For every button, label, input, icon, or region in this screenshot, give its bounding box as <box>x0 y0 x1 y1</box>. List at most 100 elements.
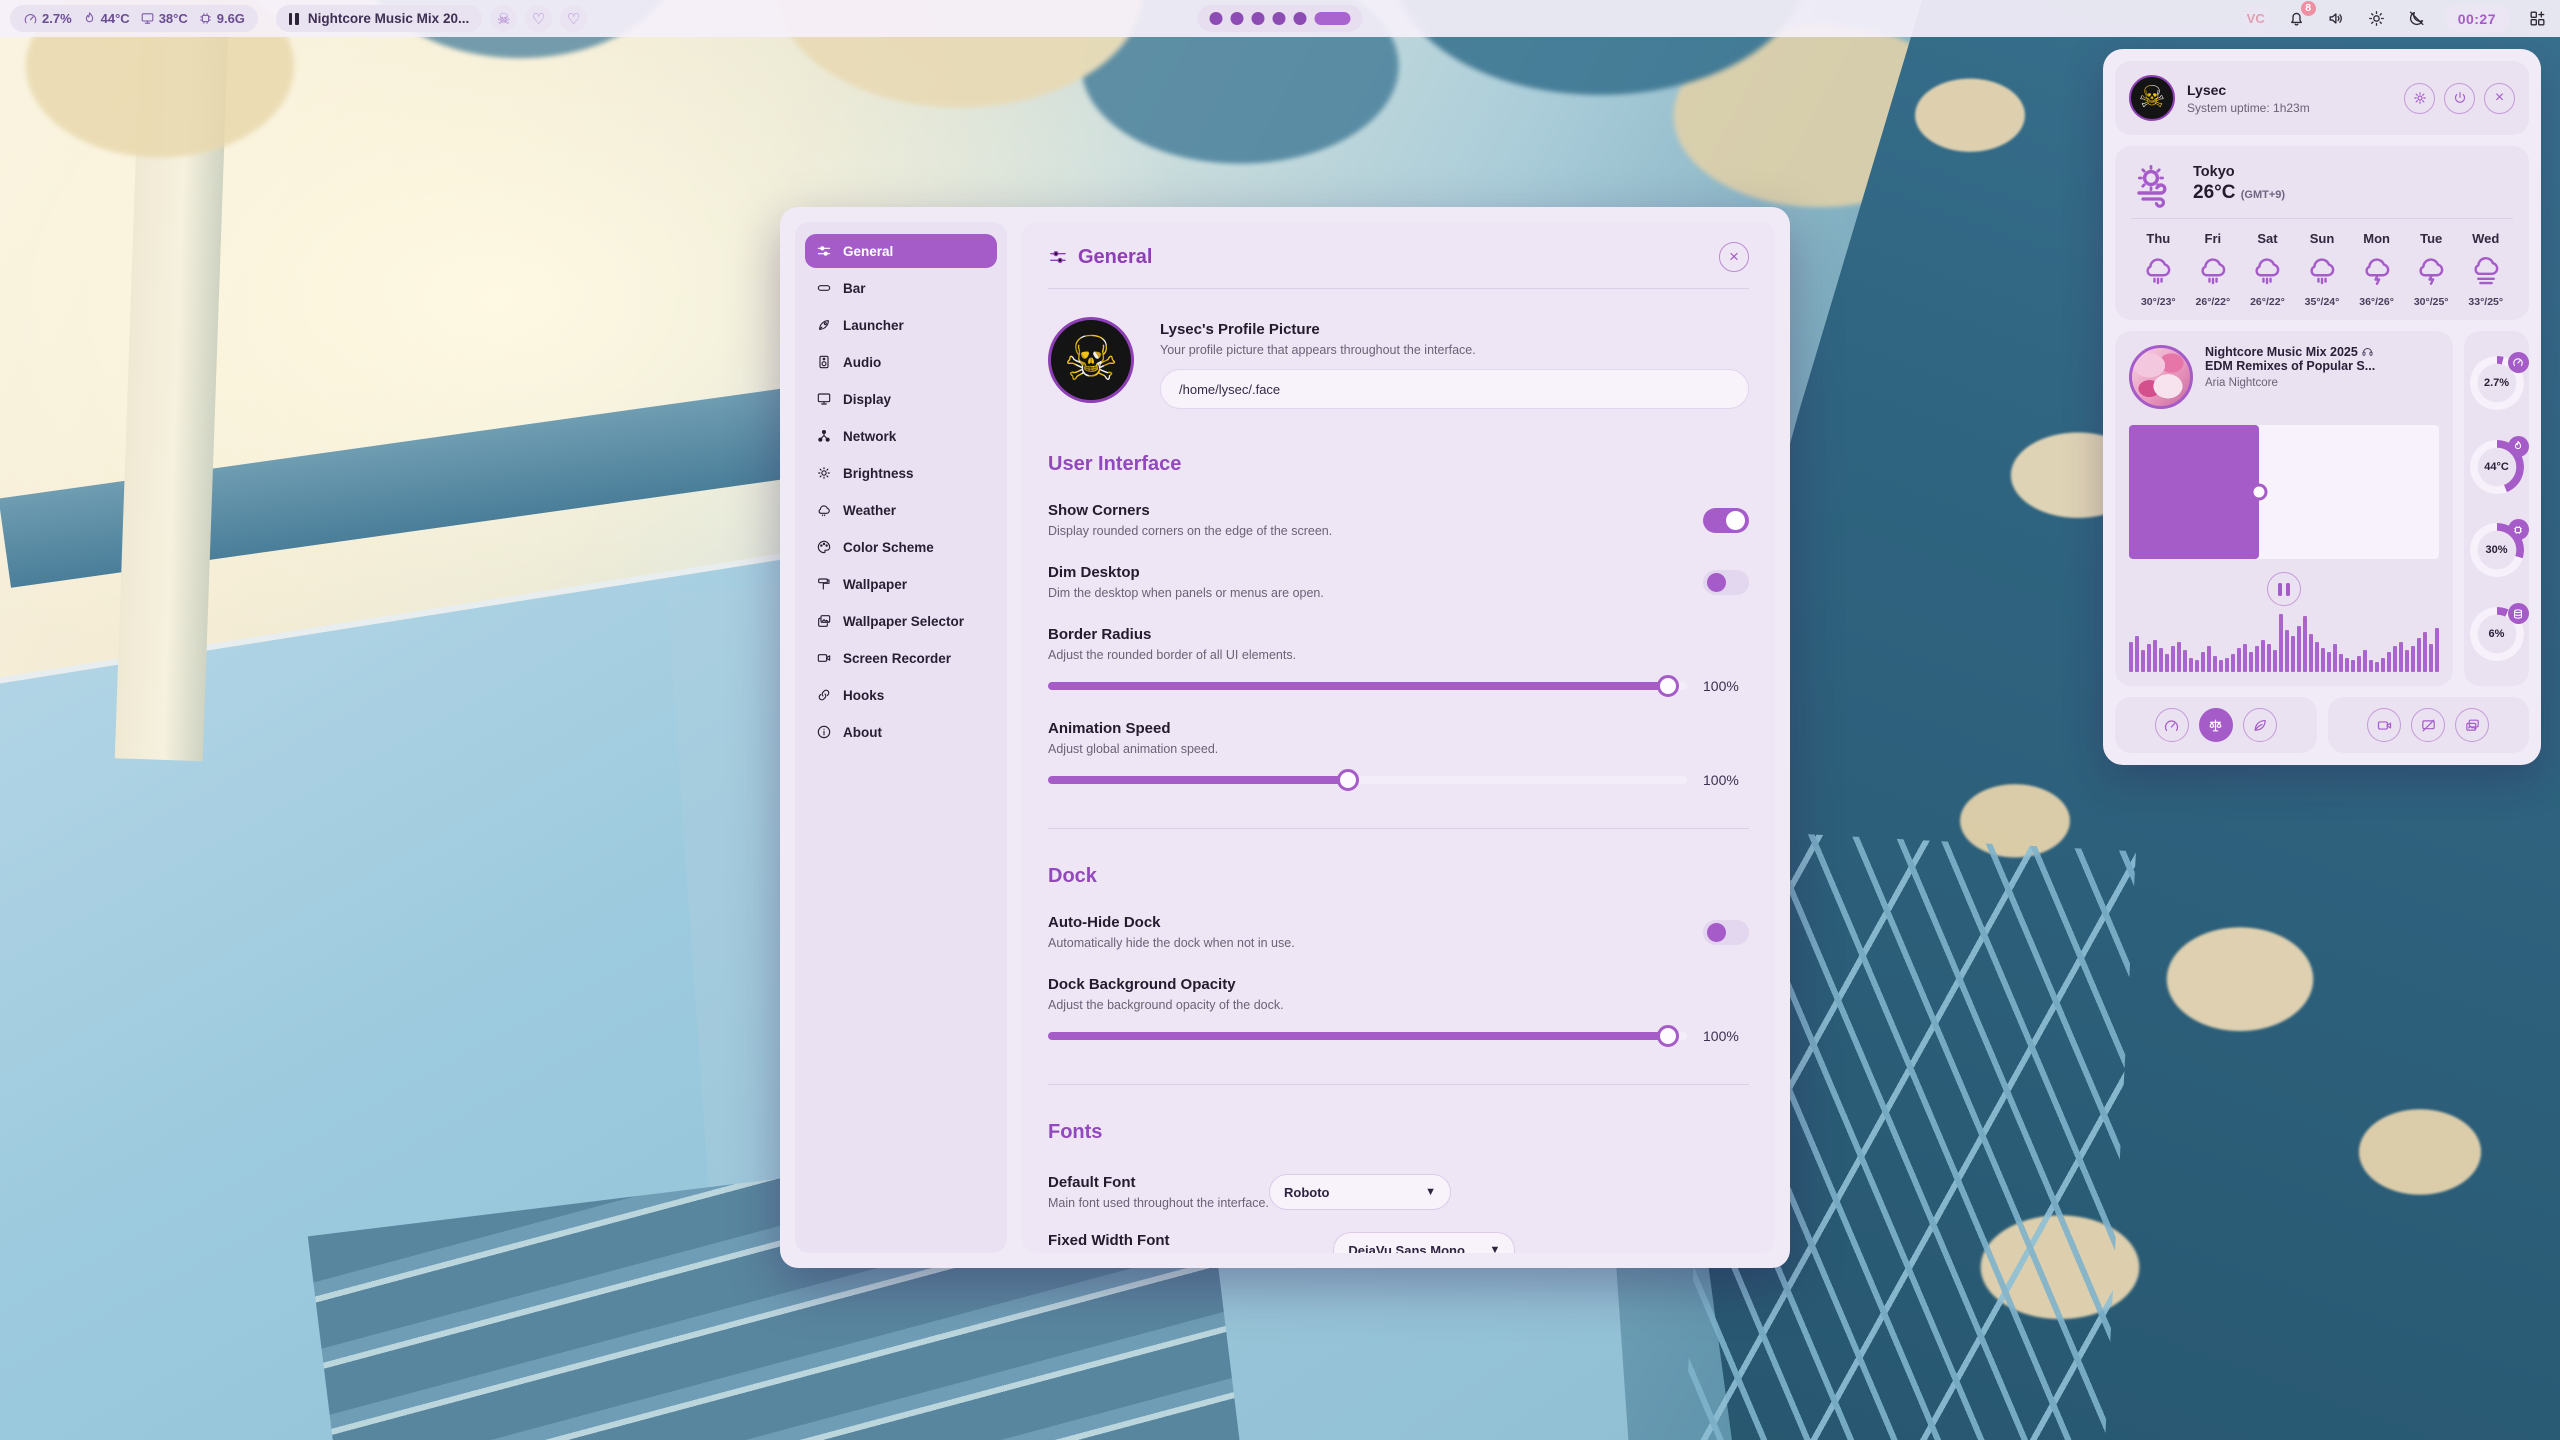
show-corners-toggle[interactable] <box>1703 508 1749 533</box>
media-pill[interactable]: Nightcore Music Mix 20... <box>276 5 482 32</box>
dim-desktop-toggle[interactable] <box>1703 570 1749 595</box>
workspace-indicator[interactable] <box>1198 5 1363 32</box>
system-stats-pill[interactable]: 2.7% 44°C 38°C 9.6G <box>10 5 258 32</box>
album-art[interactable] <box>2129 345 2193 409</box>
heart-button[interactable]: ♡ <box>525 5 552 32</box>
close-icon: × <box>2495 89 2504 107</box>
slider-value: 100% <box>1703 678 1749 694</box>
paint-roller-icon <box>816 576 832 592</box>
workspace-dot-4[interactable] <box>1273 12 1286 25</box>
brightness-button[interactable] <box>2364 6 2390 32</box>
workspace-dot-5[interactable] <box>1294 12 1307 25</box>
setting-row-show-corners: Show Corners Display rounded corners on … <box>1048 502 1749 538</box>
close-button[interactable]: × <box>1719 242 1749 272</box>
temp-stat: 44°C <box>82 11 130 26</box>
widgets-button[interactable] <box>2524 6 2550 32</box>
setting-row-dim-desktop: Dim Desktop Dim the desktop when panels … <box>1048 564 1749 600</box>
play-pause-button[interactable] <box>2267 572 2301 606</box>
skull-icon: ☠ <box>497 10 510 28</box>
screen-record-button[interactable] <box>2367 708 2401 742</box>
power-saver-profile-button[interactable] <box>2243 708 2277 742</box>
sidebar-item-weather[interactable]: Weather <box>805 493 997 527</box>
moon-off-icon <box>2407 9 2426 28</box>
video-icon <box>816 650 832 666</box>
profile-path-input[interactable] <box>1160 369 1749 409</box>
settings-window: General Bar Launcher Audio Display Netwo… <box>780 207 1790 1268</box>
default-font-dropdown[interactable]: Roboto ▼ <box>1269 1174 1451 1210</box>
chevron-down-icon: ▼ <box>1489 1244 1500 1253</box>
fixed-width-font-dropdown[interactable]: DejaVu Sans Mono ▼ <box>1333 1232 1515 1253</box>
border-radius-slider[interactable] <box>1048 682 1687 690</box>
media-progress-slider[interactable] <box>2129 425 2439 559</box>
sidebar-item-color-scheme[interactable]: Color Scheme <box>805 530 997 564</box>
skull-button[interactable]: ☠ <box>490 5 517 32</box>
settings-sidebar: General Bar Launcher Audio Display Netwo… <box>795 222 1007 1253</box>
sidebar-item-audio[interactable]: Audio <box>805 345 997 379</box>
memory-stat: 9.6G <box>198 11 245 26</box>
media-artist: Aria Nightcore <box>2205 377 2375 389</box>
monitor-icon <box>816 391 832 407</box>
control-panel: ☠ Lysec System uptime: 1h23m × Tokyo 26°… <box>2103 49 2541 765</box>
leaf-icon <box>2251 717 2268 734</box>
settings-button[interactable] <box>2404 83 2435 114</box>
system-uptime: System uptime: 1h23m <box>2187 101 2310 115</box>
bar-icon <box>816 280 832 296</box>
heart-button-2[interactable]: ♡ <box>560 5 587 32</box>
sidebar-item-network[interactable]: Network <box>805 419 997 453</box>
memory-gauge: 30% <box>2470 523 2524 577</box>
workspace-dot-1[interactable] <box>1210 12 1223 25</box>
balanced-profile-button[interactable] <box>2199 708 2233 742</box>
slider-value: 100% <box>1703 1028 1749 1044</box>
dock-opacity-slider[interactable] <box>1048 1032 1687 1040</box>
power-icon <box>2452 90 2468 106</box>
animation-speed-slider[interactable] <box>1048 776 1687 784</box>
sidebar-item-wallpaper[interactable]: Wallpaper <box>805 567 997 601</box>
sun-icon <box>816 465 832 481</box>
sidebar-item-display[interactable]: Display <box>805 382 997 416</box>
storm-cloud-icon <box>2360 254 2394 288</box>
info-icon <box>816 724 832 740</box>
performance-profile-button[interactable] <box>2155 708 2189 742</box>
sidebar-item-about[interactable]: About <box>805 715 997 749</box>
notifications-button[interactable]: 8 <box>2284 6 2310 32</box>
workspace-dot-6[interactable] <box>1315 12 1351 25</box>
link-icon <box>816 687 832 703</box>
wallpaper-button[interactable] <box>2455 708 2489 742</box>
sidebar-item-bar[interactable]: Bar <box>805 271 997 305</box>
sidebar-item-wallpaper-selector[interactable]: Wallpaper Selector <box>805 604 997 638</box>
top-bar: 2.7% 44°C 38°C 9.6G Nightcore Music Mix … <box>0 0 2560 37</box>
fog-cloud-icon <box>2469 254 2503 288</box>
sidebar-item-brightness[interactable]: Brightness <box>805 456 997 490</box>
monitor-icon <box>140 11 155 26</box>
gauge-icon <box>23 11 38 26</box>
volume-button[interactable] <box>2324 6 2350 32</box>
panel-close-button[interactable]: × <box>2484 83 2515 114</box>
workspace-dot-2[interactable] <box>1231 12 1244 25</box>
sidebar-item-hooks[interactable]: Hooks <box>805 678 997 712</box>
forecast-day: Thu 30°/23° <box>2131 231 2186 308</box>
sliders-icon <box>816 243 832 259</box>
disk-icon <box>2512 608 2524 620</box>
workspace-dot-3[interactable] <box>1252 12 1265 25</box>
profile-avatar[interactable]: ☠ <box>1048 317 1134 403</box>
setting-row-border-radius: Border Radius Adjust the rounded border … <box>1048 626 1749 694</box>
auto-hide-dock-toggle[interactable] <box>1703 920 1749 945</box>
section-title-fonts: Fonts <box>1048 1121 1749 1144</box>
sidebar-item-general[interactable]: General <box>805 234 997 268</box>
network-icon <box>816 428 832 444</box>
scales-icon <box>2207 717 2224 734</box>
keep-awake-button[interactable] <box>2411 708 2445 742</box>
setting-row-fixed-width-font: Fixed Width Font Monospace font used for… <box>1048 1232 1749 1253</box>
rocket-icon <box>816 317 832 333</box>
tray-app-icon[interactable]: VC <box>2242 5 2270 33</box>
night-light-button[interactable] <box>2404 6 2430 32</box>
headphones-icon <box>2361 345 2374 358</box>
power-button[interactable] <box>2444 83 2475 114</box>
forecast-day: Tue 30°/25° <box>2404 231 2459 308</box>
weather-card: Tokyo 26°C (GMT+9) Thu 30°/23° Fri 26°/2… <box>2115 146 2529 320</box>
disk-gauge: 6% <box>2470 607 2524 661</box>
sidebar-item-launcher[interactable]: Launcher <box>805 308 997 342</box>
clock[interactable]: 00:27 <box>2444 5 2510 32</box>
divider <box>1048 288 1749 289</box>
sidebar-item-screen-recorder[interactable]: Screen Recorder <box>805 641 997 675</box>
